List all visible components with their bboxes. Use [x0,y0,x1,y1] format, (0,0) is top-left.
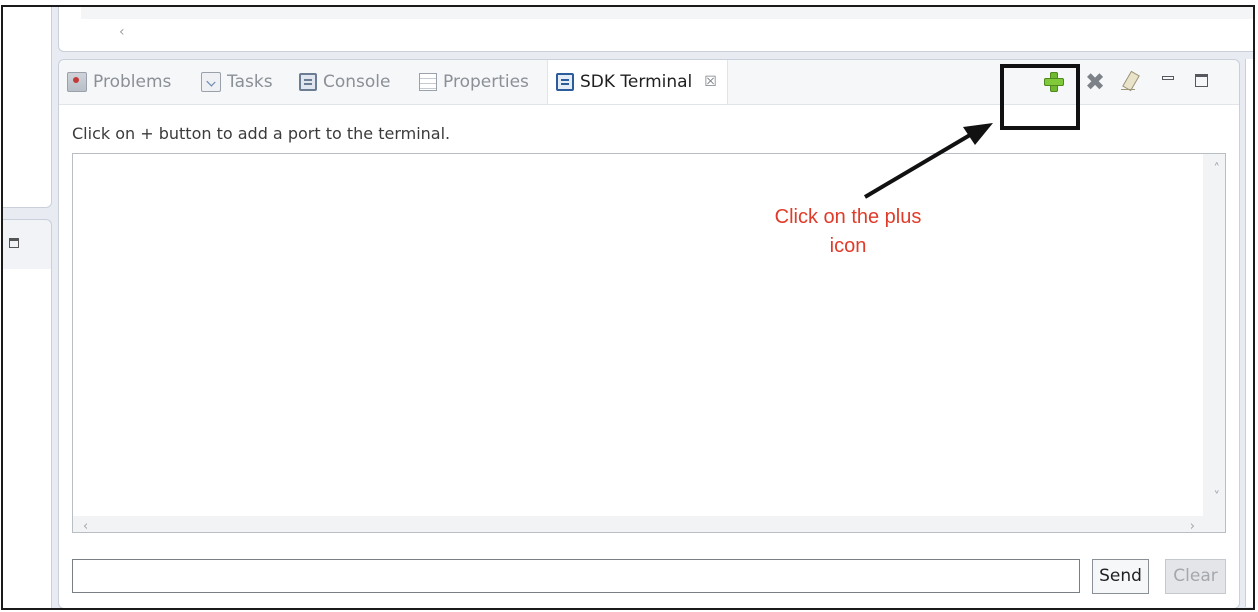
annotation-text-line: Click on the plus [774,206,922,228]
annotation-text: Click on the plus icon [753,203,943,261]
screenshot-frame: ‹ Problems Tasks Console Properties SDK … [1,5,1255,610]
annotation-arrow [863,123,993,199]
annotation-text-line: icon [829,235,867,257]
